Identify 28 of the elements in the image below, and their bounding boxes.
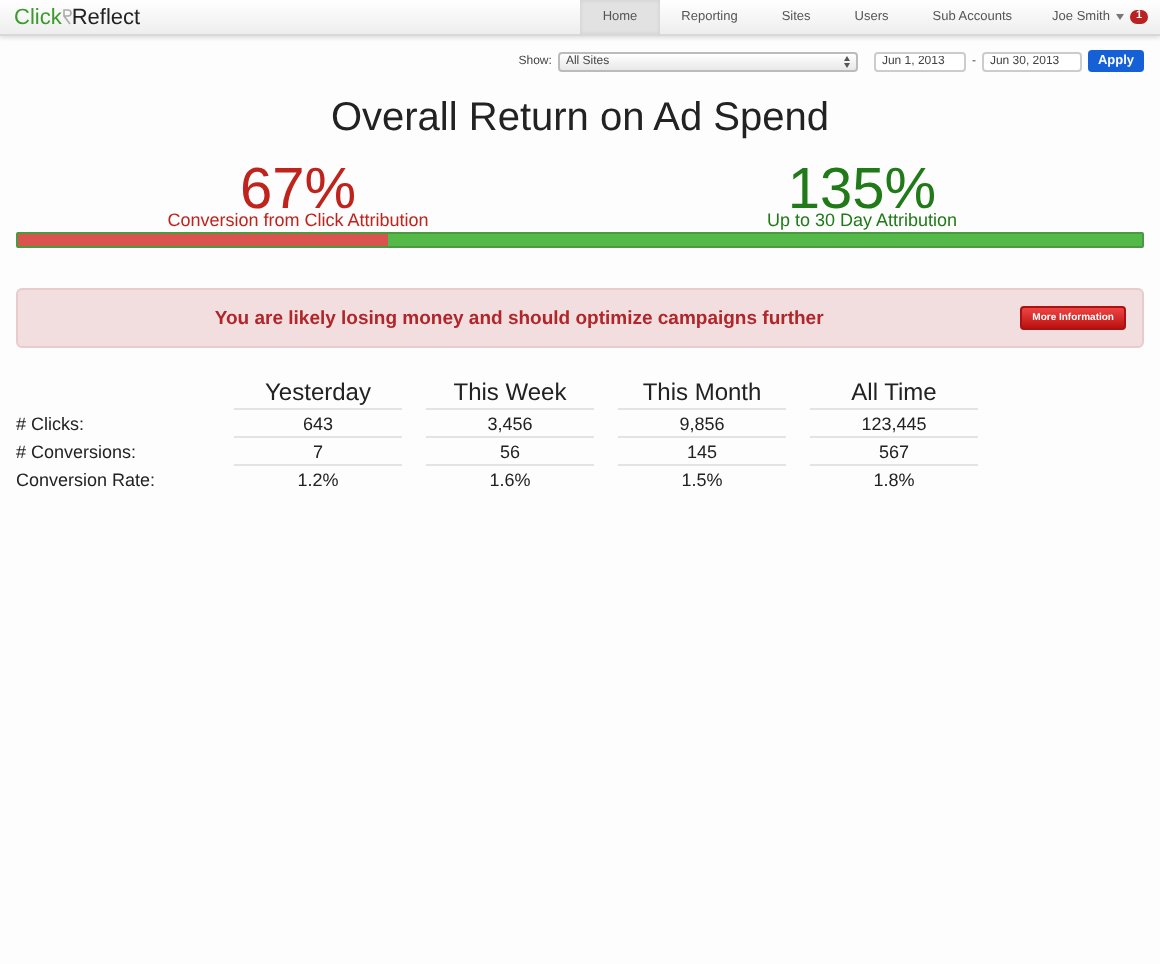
table-cell: 56 <box>426 438 594 466</box>
table-cell: 145 <box>618 438 786 466</box>
metric-caption: Conversion from Click Attribution <box>165 212 431 230</box>
table-cell-text: 1.5% <box>679 468 725 492</box>
column-header: Yesterday <box>234 378 402 410</box>
column-header: All Time <box>810 378 978 410</box>
row-label: # Conversions: <box>16 440 139 466</box>
table-cell: 567 <box>810 438 978 466</box>
table-cell: 9,856 <box>618 410 786 438</box>
table-cell-text: 1.8% <box>871 468 917 492</box>
row-label: Conversion Rate: <box>16 468 158 492</box>
table-cell: 643 <box>234 410 402 438</box>
logo-icon <box>61 8 72 26</box>
logo-text: Click <box>14 5 62 29</box>
table-cell: 123,445 <box>810 410 978 438</box>
row-label: # Clicks: <box>16 412 87 438</box>
metric-caption: Up to 30 Day Attribution <box>764 212 960 230</box>
table-cell: 7 <box>234 438 402 466</box>
column-header: This Week <box>426 378 594 410</box>
alert-message: You are likely losing money and should optimize campaigns further <box>212 307 826 329</box>
select-arrows-icon[interactable] <box>843 55 850 67</box>
table-cell: 3,456 <box>426 410 594 438</box>
column-header: This Month <box>618 378 786 410</box>
page-title: Overall Return on Ad Spend <box>328 96 832 142</box>
caret-icon[interactable] <box>1115 14 1124 20</box>
table-cell-text: 1.6% <box>487 468 533 492</box>
table-cell-text: 1.2% <box>295 468 341 492</box>
logo-text: Reflect <box>71 5 141 29</box>
